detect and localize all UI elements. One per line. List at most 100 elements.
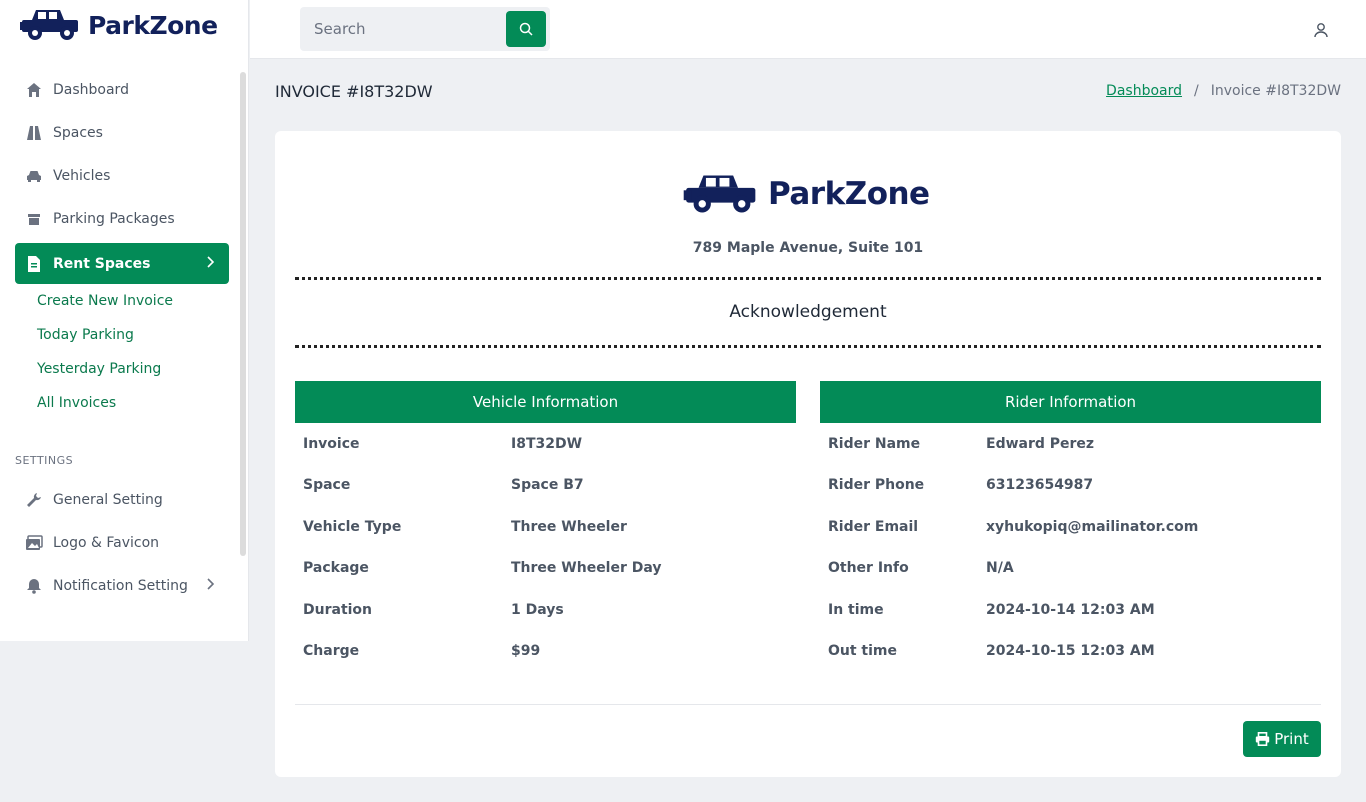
topbar bbox=[250, 0, 1366, 59]
images-icon bbox=[25, 534, 43, 552]
info-value: Edward Perez bbox=[986, 435, 1095, 452]
sidebar-item-label: Logo & Favicon bbox=[53, 534, 160, 551]
submenu-all-invoices[interactable]: All Invoices bbox=[37, 392, 229, 426]
info-row: Rider Email xyhukopiq@mailinator.com bbox=[820, 506, 1321, 548]
settings-section-label: SETTINGS bbox=[15, 454, 74, 467]
sidebar-item-parking-packages[interactable]: Parking Packages bbox=[15, 198, 229, 239]
info-key: Charge bbox=[303, 643, 360, 660]
breadcrumb-current: Invoice #I8T32DW bbox=[1210, 83, 1341, 99]
info-row: Rider Name Edward Perez bbox=[820, 423, 1321, 465]
user-menu-button[interactable] bbox=[1310, 19, 1332, 41]
page-title: INVOICE #I8T32DW bbox=[275, 82, 433, 101]
info-row: Space Space B7 bbox=[295, 465, 796, 507]
info-row: Rider Phone 63123654987 bbox=[820, 465, 1321, 507]
info-row: Other Info N/A bbox=[820, 548, 1321, 590]
vehicle-information-panel: Vehicle Information Invoice I8T32DW Space… bbox=[295, 381, 796, 672]
jeep-logo-icon bbox=[683, 175, 756, 213]
car-icon bbox=[25, 167, 43, 185]
sidebar: ParkZone Dashboard Spaces Vehicles Parki… bbox=[0, 0, 249, 641]
sidebar-item-rent-spaces[interactable]: Rent Spaces bbox=[15, 243, 229, 284]
info-key: Rider Name bbox=[828, 435, 921, 452]
wrench-icon bbox=[25, 491, 43, 509]
rider-information-header: Rider Information bbox=[820, 381, 1321, 423]
info-key: Other Info bbox=[828, 560, 909, 577]
info-row: Invoice I8T32DW bbox=[295, 423, 796, 465]
info-key: Vehicle Type bbox=[303, 518, 402, 535]
info-value: N/A bbox=[986, 560, 1014, 577]
info-value: $99 bbox=[511, 643, 541, 660]
info-key: Invoice bbox=[303, 435, 360, 452]
info-value: 63123654987 bbox=[986, 477, 1094, 494]
printer-icon bbox=[1256, 732, 1270, 746]
sidebar-item-logo-favicon[interactable]: Logo & Favicon bbox=[15, 522, 229, 563]
divider bbox=[295, 277, 1321, 280]
sidebar-item-label: Dashboard bbox=[53, 81, 129, 98]
sidebar-item-notification-setting[interactable]: Notification Setting bbox=[15, 565, 229, 606]
file-icon bbox=[25, 255, 43, 273]
sidebar-scrollbar[interactable] bbox=[240, 72, 246, 556]
info-value: I8T32DW bbox=[511, 435, 583, 452]
invoice-logo: ParkZone bbox=[682, 173, 930, 215]
info-row: Package Three Wheeler Day bbox=[295, 548, 796, 590]
jeep-logo-icon bbox=[20, 10, 78, 40]
submenu-yesterday-parking[interactable]: Yesterday Parking bbox=[37, 358, 229, 392]
sidebar-item-spaces[interactable]: Spaces bbox=[15, 112, 229, 153]
sidebar-item-label: Spaces bbox=[53, 124, 103, 141]
brand-name: ParkZone bbox=[88, 10, 218, 40]
submenu-create-new-invoice[interactable]: Create New Invoice bbox=[37, 290, 229, 324]
sidebar-item-label: Rent Spaces bbox=[53, 255, 151, 272]
info-key: In time bbox=[828, 601, 884, 618]
vehicle-information-header: Vehicle Information bbox=[295, 381, 796, 423]
sidebar-item-dashboard[interactable]: Dashboard bbox=[15, 69, 229, 110]
info-row: Vehicle Type Three Wheeler bbox=[295, 506, 796, 548]
breadcrumb: Dashboard / Invoice #I8T32DW bbox=[1106, 83, 1341, 99]
breadcrumb-separator: / bbox=[1194, 83, 1199, 99]
info-value: 1 Days bbox=[511, 601, 564, 618]
search-button[interactable] bbox=[506, 11, 546, 47]
road-icon bbox=[25, 124, 43, 142]
rent-spaces-submenu: Create New Invoice Today Parking Yesterd… bbox=[15, 290, 229, 426]
submenu-today-parking[interactable]: Today Parking bbox=[37, 324, 229, 358]
info-row: Out time 2024-10-15 12:03 AM bbox=[820, 631, 1321, 673]
info-value: 2024-10-14 12:03 AM bbox=[986, 601, 1155, 618]
chevron-right-icon bbox=[207, 577, 215, 594]
chevron-right-icon bbox=[207, 255, 215, 272]
info-value: Space B7 bbox=[511, 477, 584, 494]
info-key: Package bbox=[303, 560, 369, 577]
info-key: Rider Phone bbox=[828, 477, 925, 494]
info-key: Duration bbox=[303, 601, 373, 618]
invoice-brand-name: ParkZone bbox=[768, 176, 930, 212]
info-key: Space bbox=[303, 477, 351, 494]
bell-icon bbox=[25, 577, 43, 595]
info-value: Three Wheeler bbox=[511, 518, 627, 535]
info-key: Out time bbox=[828, 643, 898, 660]
home-icon bbox=[25, 81, 43, 99]
info-value: Three Wheeler Day bbox=[511, 560, 662, 577]
info-row: Duration 1 Days bbox=[295, 589, 796, 631]
user-icon bbox=[1314, 23, 1328, 38]
divider bbox=[295, 345, 1321, 348]
info-value: 2024-10-15 12:03 AM bbox=[986, 643, 1155, 660]
info-value: xyhukopiq@mailinator.com bbox=[986, 518, 1199, 535]
info-row: Charge $99 bbox=[295, 631, 796, 673]
invoice-heading: Acknowledgement bbox=[729, 302, 887, 322]
sidebar-item-label: Notification Setting bbox=[53, 577, 188, 594]
sidebar-nav: Dashboard Spaces Vehicles Parking Packag… bbox=[15, 69, 229, 608]
sidebar-item-vehicles[interactable]: Vehicles bbox=[15, 155, 229, 196]
sidebar-item-label: Parking Packages bbox=[53, 210, 175, 227]
sidebar-item-general-setting[interactable]: General Setting bbox=[15, 479, 229, 520]
search-input[interactable] bbox=[300, 7, 506, 51]
info-key: Rider Email bbox=[828, 518, 919, 535]
info-row: In time 2024-10-14 12:03 AM bbox=[820, 589, 1321, 631]
invoice-card: ParkZone 789 Maple Avenue, Suite 101 Ack… bbox=[275, 131, 1341, 777]
invoice-address: 789 Maple Avenue, Suite 101 bbox=[692, 240, 924, 256]
brand-logo[interactable]: ParkZone bbox=[20, 8, 218, 42]
print-button[interactable]: Print bbox=[1243, 721, 1321, 757]
search-box bbox=[300, 7, 550, 51]
breadcrumb-dashboard-link[interactable]: Dashboard bbox=[1106, 83, 1182, 99]
search-icon bbox=[519, 22, 533, 36]
rider-information-panel: Rider Information Rider Name Edward Perez… bbox=[820, 381, 1321, 672]
divider bbox=[295, 704, 1321, 705]
sidebar-item-label: General Setting bbox=[53, 491, 163, 508]
print-button-label: Print bbox=[1274, 730, 1309, 748]
